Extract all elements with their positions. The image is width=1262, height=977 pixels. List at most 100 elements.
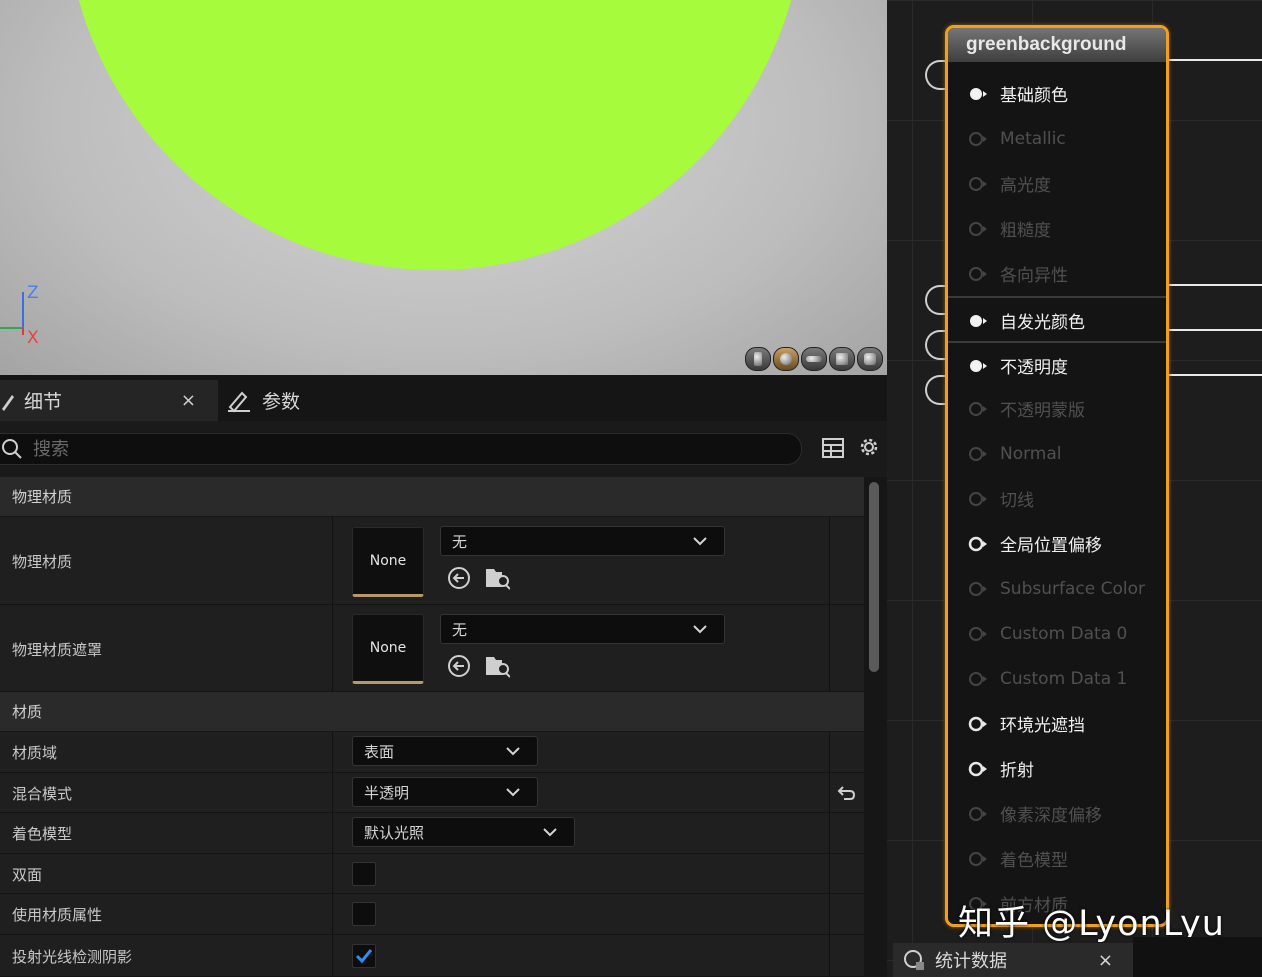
pin-socket-icon[interactable] xyxy=(968,131,988,147)
preview-shape-toolbar xyxy=(745,347,883,371)
pin-connected-icon[interactable] xyxy=(968,86,988,102)
pin-label: Subsurface Color xyxy=(1000,578,1145,599)
node-input-pin[interactable]: 着色模型 xyxy=(948,836,1166,881)
pin-connected-icon[interactable] xyxy=(968,358,988,374)
blend-mode-select[interactable]: 半透明 xyxy=(352,777,538,807)
pin-socket-icon[interactable] xyxy=(968,626,988,642)
pin-label: 不透明度 xyxy=(1000,358,1068,378)
property-label: 双面 xyxy=(12,866,43,884)
close-icon[interactable]: × xyxy=(1098,950,1113,971)
node-input-pin[interactable]: 切线 xyxy=(948,476,1166,521)
pin-socket-icon[interactable] xyxy=(968,536,988,552)
pin-socket-icon[interactable] xyxy=(968,806,988,822)
pin-socket-icon[interactable] xyxy=(968,266,988,282)
node-input-pin[interactable]: 粗糙度 xyxy=(948,206,1166,251)
node-input-pin[interactable]: 折射 xyxy=(948,746,1166,791)
material-graph-canvas[interactable]: greenbackground 基础颜色 Metallic 高光度 粗糙度 各向异性 自发… xyxy=(887,0,1262,977)
sphere-icon[interactable] xyxy=(773,347,799,371)
node-input-pin[interactable]: 全局位置偏移 xyxy=(948,521,1166,566)
pin-socket-icon[interactable] xyxy=(968,221,988,237)
tab-statistics[interactable]: 统计数据 × xyxy=(893,943,1133,977)
search-input[interactable] xyxy=(31,437,735,461)
node-input-pin[interactable]: Normal xyxy=(948,431,1166,476)
node-input-pin[interactable]: 高光度 xyxy=(948,161,1166,206)
pin-socket-icon[interactable] xyxy=(968,401,988,417)
cube-icon[interactable] xyxy=(829,347,855,371)
node-input-pin[interactable]: 不透明蒙版 xyxy=(948,386,1166,431)
node-input-pin[interactable]: Custom Data 1 xyxy=(948,656,1166,701)
pin-label: Custom Data 0 xyxy=(1000,623,1128,644)
category-physical-material[interactable]: 物理材质 xyxy=(0,477,864,517)
node-input-pin[interactable]: 像素深度偏移 xyxy=(948,791,1166,836)
node-input-pin[interactable]: 自发光颜色 xyxy=(948,296,1166,343)
chevron-down-icon xyxy=(543,828,557,837)
node-input-pin[interactable]: Metallic xyxy=(948,116,1166,161)
category-label: 物理材质 xyxy=(12,488,73,506)
pin-label: 高光度 xyxy=(1000,176,1051,196)
asset-picker-combo[interactable]: 无 xyxy=(440,526,725,556)
pin-socket-icon[interactable] xyxy=(968,446,988,462)
pin-socket-icon[interactable] xyxy=(968,176,988,192)
pin-socket-icon[interactable] xyxy=(968,671,988,687)
browse-asset-icon[interactable] xyxy=(484,565,510,591)
category-material[interactable]: 材质 xyxy=(0,692,864,732)
details-panel: 细节 × 参数 搜索 物理材质 物理材质 None 无 物理材质遮罩 None … xyxy=(0,375,887,977)
property-row-raytraced-shadows: 投射光线检测阴影 xyxy=(0,935,864,977)
pin-label: 基础颜色 xyxy=(1000,86,1068,106)
pin-socket-icon[interactable] xyxy=(968,851,988,867)
chevron-down-icon xyxy=(506,747,520,756)
wire xyxy=(1169,284,1262,286)
axis-gizmo xyxy=(0,292,24,335)
pin-socket-icon[interactable] xyxy=(968,581,988,597)
two-sided-checkbox[interactable] xyxy=(352,862,376,886)
search-box[interactable] xyxy=(0,433,802,465)
bottom-tab-bar xyxy=(1133,937,1262,977)
scrollbar-thumb[interactable] xyxy=(869,482,879,672)
use-material-attributes-checkbox[interactable] xyxy=(352,902,376,926)
node-input-pin[interactable]: 不透明度 xyxy=(948,341,1166,388)
use-selected-asset-icon[interactable] xyxy=(446,653,472,679)
category-label: 材质 xyxy=(12,703,43,721)
asset-thumbnail[interactable]: None xyxy=(352,614,424,684)
node-input-pin[interactable]: Subsurface Color xyxy=(948,566,1166,611)
pencil-edit-icon xyxy=(228,391,250,412)
cylinder-icon[interactable] xyxy=(745,347,771,371)
pin-label: 切线 xyxy=(1000,491,1034,511)
reset-to-default-icon[interactable] xyxy=(835,783,855,803)
property-row-physical-material: 物理材质 None 无 xyxy=(0,517,864,605)
node-input-pin[interactable]: 基础颜色 xyxy=(948,71,1166,116)
pin-label: 粗糙度 xyxy=(1000,221,1051,241)
tab-details[interactable]: 细节 × xyxy=(0,380,218,421)
gear-icon[interactable] xyxy=(857,435,881,459)
raytraced-shadows-checkbox[interactable] xyxy=(352,944,376,968)
combo-value: 无 xyxy=(452,620,468,639)
material-result-node[interactable]: greenbackground 基础颜色 Metallic 高光度 粗糙度 各向异性 自发… xyxy=(945,25,1169,927)
property-label: 着色模型 xyxy=(12,825,73,843)
pin-connected-icon[interactable] xyxy=(968,313,988,329)
browse-asset-icon[interactable] xyxy=(484,653,510,679)
material-preview-viewport[interactable]: Z X xyxy=(0,0,887,375)
property-label: 物理材质遮罩 xyxy=(12,641,103,659)
tab-parameters[interactable]: 参数 xyxy=(226,380,376,421)
table-view-icon[interactable] xyxy=(821,436,845,460)
pin-label: 折射 xyxy=(1000,761,1034,781)
teapot-icon[interactable] xyxy=(857,347,883,371)
shading-model-select[interactable]: 默认光照 xyxy=(352,817,575,847)
close-icon[interactable]: × xyxy=(181,390,196,411)
pin-socket-icon[interactable] xyxy=(968,716,988,732)
node-input-pin[interactable]: 环境光遮挡 xyxy=(948,701,1166,746)
node-input-pin[interactable]: 各向异性 xyxy=(948,251,1166,296)
asset-thumbnail[interactable]: None xyxy=(352,527,424,597)
pin-label: Normal xyxy=(1000,443,1062,464)
use-selected-asset-icon[interactable] xyxy=(446,565,472,591)
plane-icon[interactable] xyxy=(801,347,827,371)
pin-label: Metallic xyxy=(1000,128,1066,149)
asset-picker-combo[interactable]: 无 xyxy=(440,614,725,644)
material-domain-select[interactable]: 表面 xyxy=(352,736,538,766)
pin-socket-icon[interactable] xyxy=(968,761,988,777)
property-label: 物理材质 xyxy=(12,553,73,571)
node-input-pin[interactable]: Custom Data 0 xyxy=(948,611,1166,656)
pin-socket-icon[interactable] xyxy=(968,491,988,507)
property-row-physical-material-mask: 物理材质遮罩 None 无 xyxy=(0,605,864,692)
search-row xyxy=(0,421,887,477)
